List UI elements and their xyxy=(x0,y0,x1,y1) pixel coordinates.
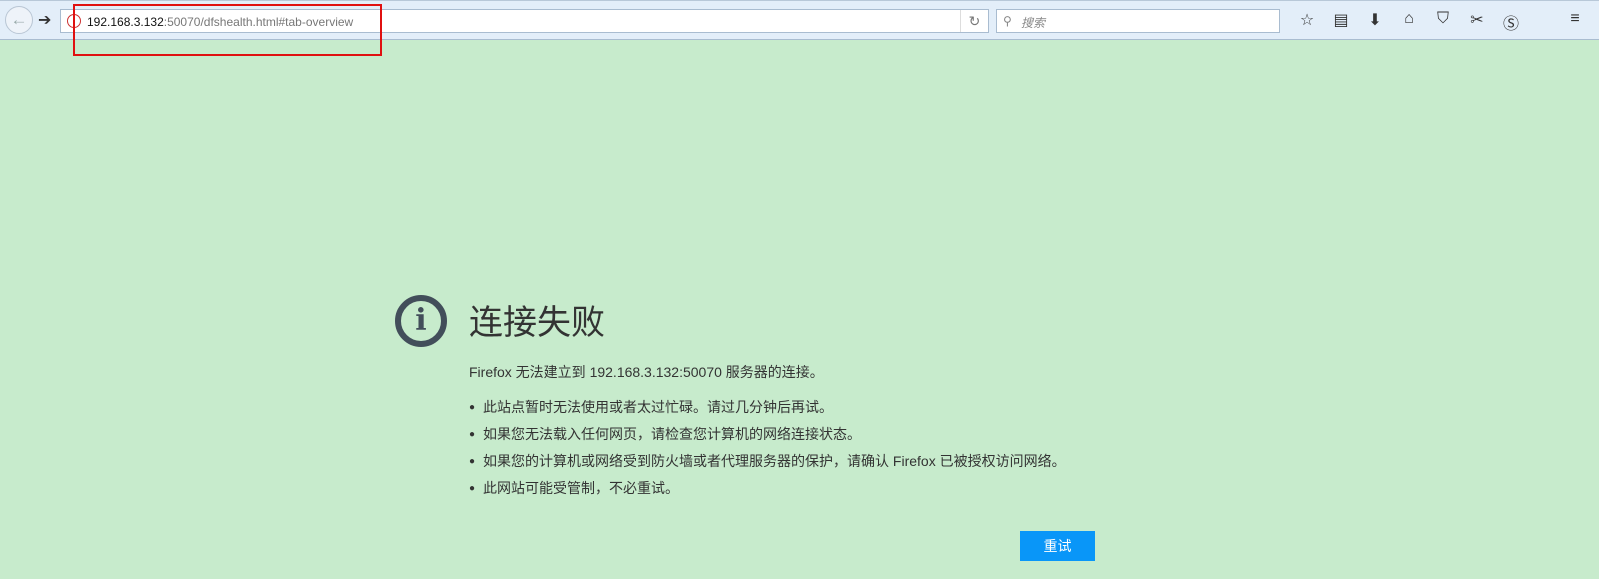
retry-button[interactable]: 重试 xyxy=(1020,531,1095,561)
error-suggestions: 此站点暂时无法使用或者太过忙碌。请过几分钟后再试。 如果您无法载入任何网页，请检… xyxy=(469,397,1066,505)
pocket-icon[interactable]: ⛉ xyxy=(1426,10,1460,34)
bookmark-star-icon[interactable]: ☆ xyxy=(1290,10,1324,34)
back-button[interactable]: ← xyxy=(5,6,33,34)
download-icon[interactable]: ⬇ xyxy=(1358,10,1392,34)
list-item: 此站点暂时无法使用或者太过忙碌。请过几分钟后再试。 xyxy=(469,397,1066,424)
highlight-box xyxy=(73,4,382,56)
search-input[interactable]: ⚲ 搜索 xyxy=(996,9,1280,33)
menu-icon[interactable]: ≡ xyxy=(1558,10,1592,34)
search-icon: ⚲ xyxy=(1003,14,1012,28)
reload-icon[interactable]: ↻ xyxy=(960,10,988,32)
list-item: 如果您的计算机或网络受到防火墙或者代理服务器的保护，请确认 Firefox 已被… xyxy=(469,451,1066,478)
error-title: 连接失败 xyxy=(469,304,605,342)
home-icon[interactable]: ⌂ xyxy=(1392,10,1426,34)
forward-button[interactable]: ➔ xyxy=(38,10,51,30)
list-item: 如果您无法载入任何网页，请检查您计算机的网络连接状态。 xyxy=(469,424,1066,451)
info-icon: i xyxy=(395,295,447,347)
s-extension-icon[interactable]: Ⓢ xyxy=(1494,10,1528,34)
reading-list-icon[interactable]: ▤ xyxy=(1324,10,1358,34)
search-placeholder: 搜索 xyxy=(1021,16,1046,30)
extension-icon[interactable]: ✂ xyxy=(1460,10,1494,34)
error-description: Firefox 无法建立到 192.168.3.132:50070 服务器的连接… xyxy=(469,364,824,380)
list-item: 此网站可能受管制，不必重试。 xyxy=(469,478,1066,505)
